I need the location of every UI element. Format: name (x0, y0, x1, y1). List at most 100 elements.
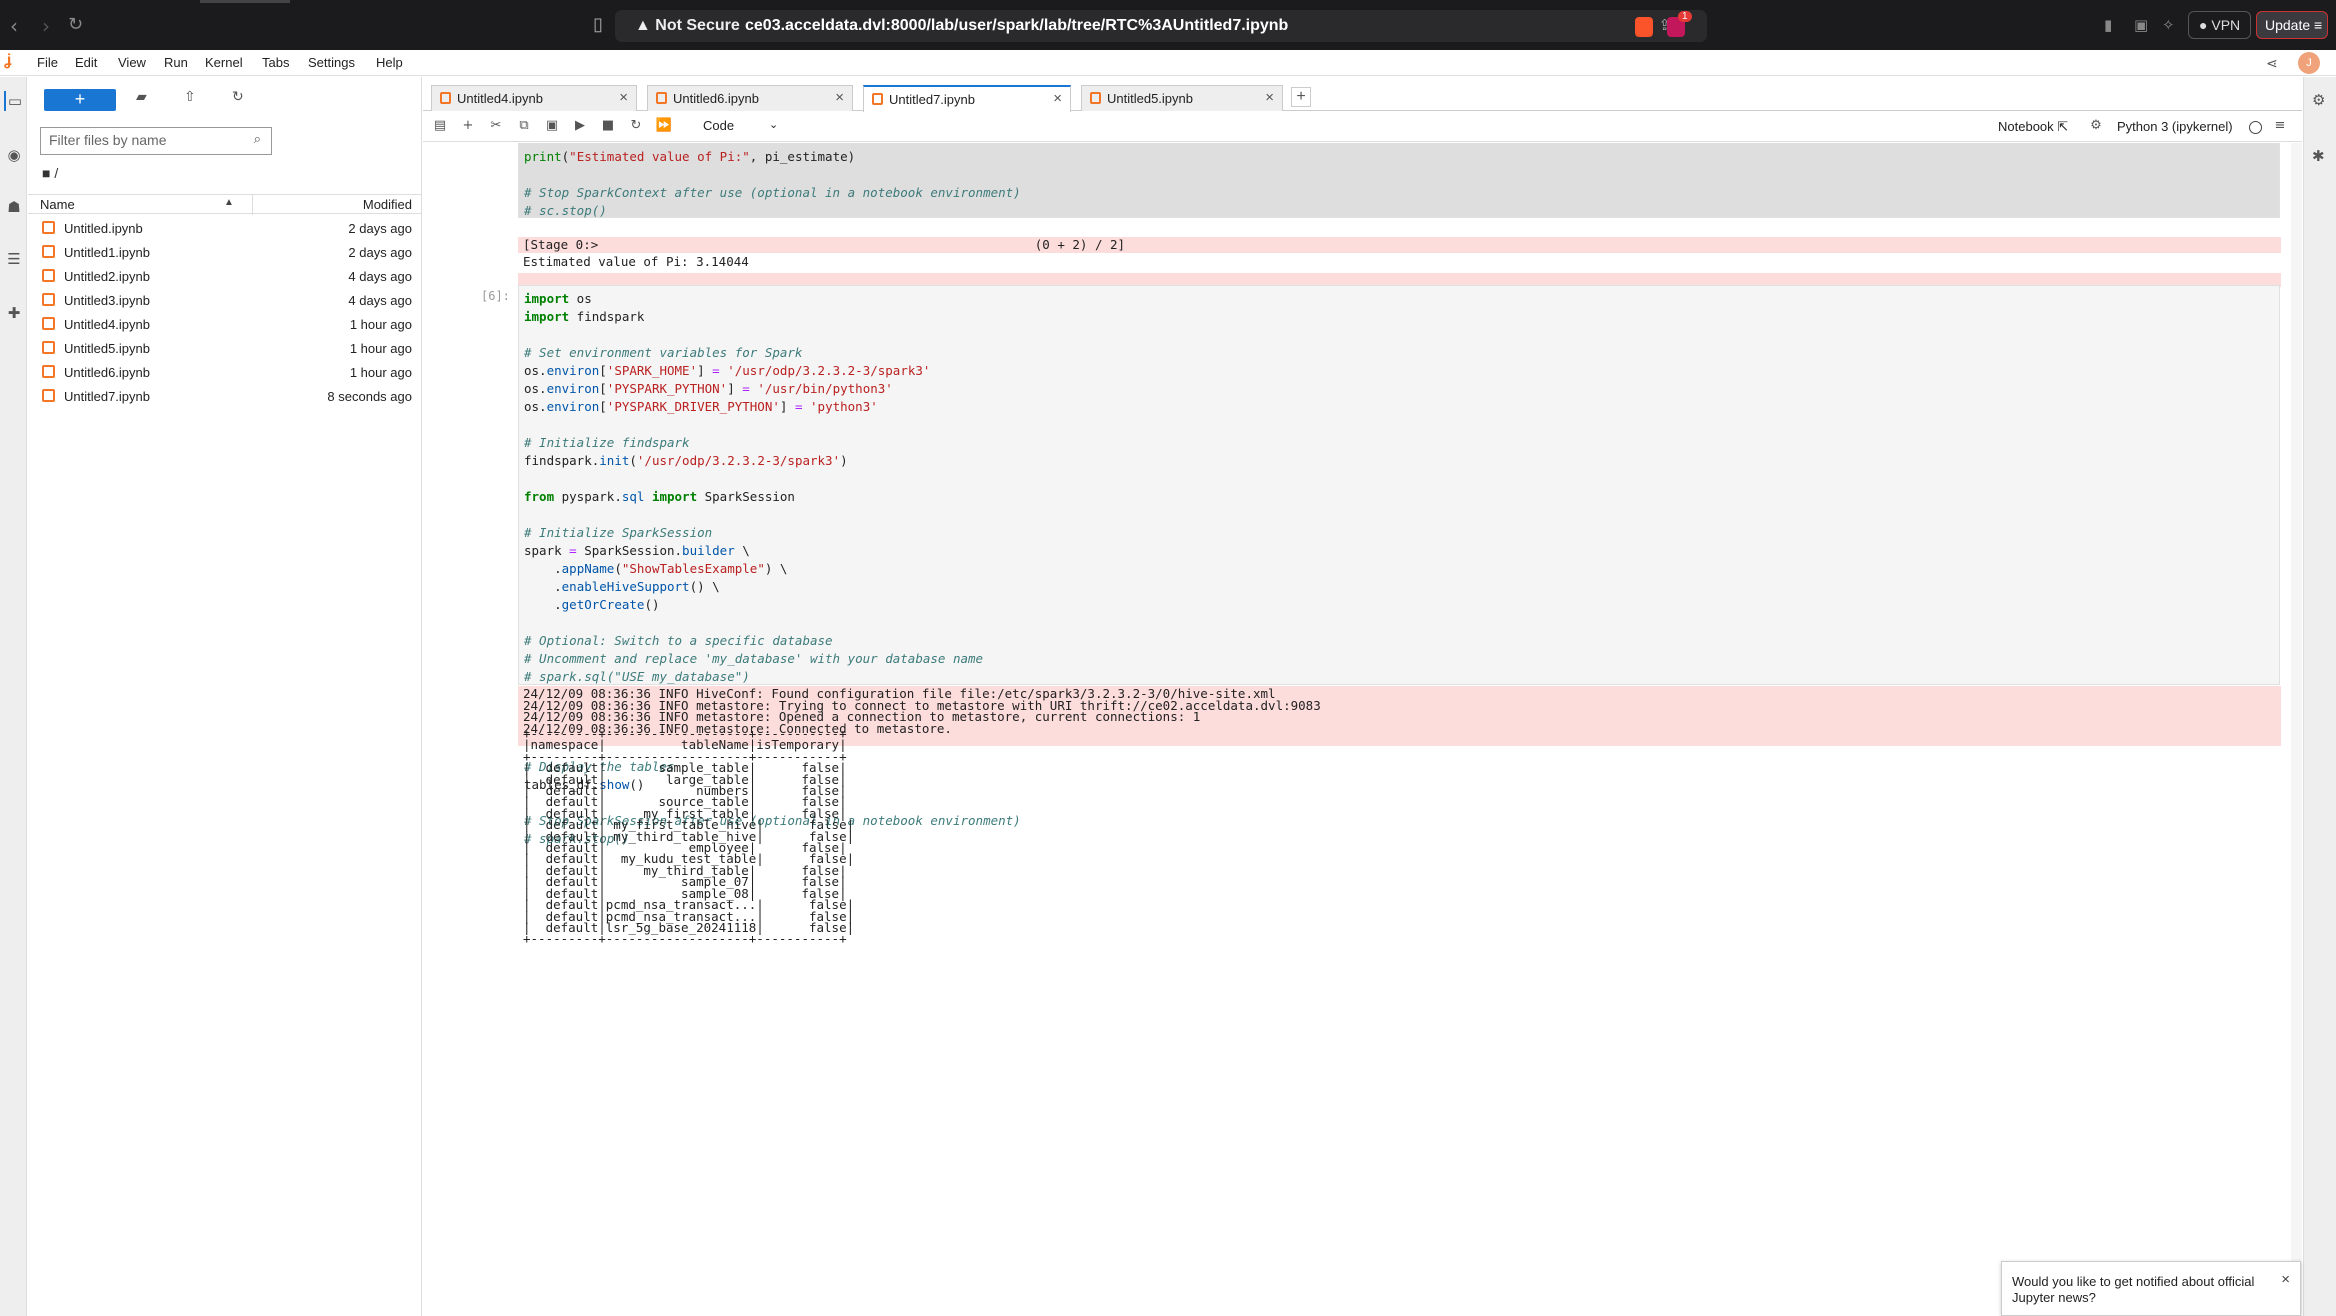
notebook-icon (42, 317, 55, 330)
folder-icon: ■ (42, 165, 51, 181)
file-row[interactable]: Untitled3.ipynb 4 days ago (28, 288, 422, 312)
leo-ai-icon[interactable]: ✧ (2162, 16, 2175, 34)
file-name[interactable]: Untitled.ipynb (64, 221, 143, 236)
breadcrumb[interactable]: ■ / (42, 165, 58, 181)
notebook-icon (42, 341, 55, 354)
table-of-contents-icon[interactable]: ☰ (4, 249, 24, 269)
menu-edit[interactable]: Edit (75, 55, 97, 70)
tab-untitled6[interactable]: Untitled6.ipynb × (647, 85, 853, 111)
update-label: Update (2265, 17, 2311, 33)
vpn-button[interactable]: ● VPN (2188, 11, 2252, 39)
share-icon[interactable]: ⋖ (2266, 55, 2278, 72)
breadcrumb-root[interactable]: / (54, 165, 58, 181)
collaborators-icon[interactable]: ☗ (4, 197, 24, 217)
wallet-icon[interactable]: ▣ (2134, 16, 2148, 34)
menu-run[interactable]: Run (164, 55, 188, 70)
code-cell-6[interactable]: import os import findspark # Set environm… (518, 285, 2280, 846)
notebook-scrollbar[interactable] (2291, 143, 2302, 1316)
menu-tabs[interactable]: Tabs (262, 55, 289, 70)
menu-file[interactable]: File (37, 55, 58, 70)
refresh-icon[interactable]: ↻ (232, 89, 244, 105)
update-button[interactable]: Update ≡ (2256, 11, 2328, 39)
tab-untitled7[interactable]: Untitled7.ipynb × (863, 85, 1071, 112)
bookmark-icon[interactable]: ▯ (593, 14, 603, 35)
tab-untitled4[interactable]: Untitled4.ipynb × (431, 85, 637, 111)
stop-icon[interactable]: ■ (599, 118, 617, 136)
menu-help[interactable]: Help (376, 55, 403, 70)
browser-toolbar: ‹ › ↻ ▯ ▲ Not Secure ce03.acceldata.dvl:… (0, 0, 2336, 50)
jupyter-logo: ʝ (4, 52, 12, 69)
run-icon[interactable]: ▶ (571, 118, 589, 136)
close-icon[interactable]: × (619, 89, 628, 106)
upload-icon[interactable]: ⇧ (184, 89, 196, 105)
copy-icon[interactable]: ⧉ (515, 118, 533, 136)
folder-icon[interactable]: ▭ (4, 91, 24, 111)
menu-view[interactable]: View (118, 55, 146, 70)
file-row[interactable]: Untitled4.ipynb 1 hour ago (28, 312, 422, 336)
new-folder-icon[interactable]: ▰ (136, 89, 147, 105)
code-line: # spark.sql("USE my_database") (524, 669, 750, 684)
back-icon[interactable]: ‹ (10, 14, 18, 38)
property-inspector-icon[interactable]: ⚙ (2312, 91, 2325, 109)
address-bar[interactable]: ▯ ▲ Not Secure ce03.acceldata.dvl:8000/l… (593, 10, 1707, 42)
column-header-modified[interactable]: Modified (363, 197, 412, 212)
url-text[interactable]: ce03.acceldata.dvl:8000/lab/user/spark/l… (745, 17, 1288, 35)
menu-icon[interactable]: ≡ (2271, 118, 2289, 136)
running-kernels-icon[interactable]: ◉ (4, 145, 24, 165)
tab-label: Untitled4.ipynb (457, 91, 543, 106)
new-launcher-button[interactable]: + (44, 89, 116, 111)
security-warning[interactable]: ▲ Not Secure (635, 17, 740, 35)
close-icon[interactable]: × (1265, 89, 1274, 106)
file-name[interactable]: Untitled5.ipynb (64, 341, 150, 356)
insert-cell-icon[interactable]: + (459, 118, 477, 136)
close-icon[interactable]: × (2281, 1272, 2290, 1288)
file-row[interactable]: Untitled.ipynb 2 days ago (28, 216, 422, 240)
file-row[interactable]: Untitled5.ipynb 1 hour ago (28, 336, 422, 360)
debugger-icon[interactable]: ✱ (2312, 147, 2325, 165)
open-in-notebook-button[interactable]: Notebook ⇱ (1998, 119, 2068, 135)
tab-untitled5[interactable]: Untitled5.ipynb × (1081, 85, 1283, 111)
document-tab-bar: Untitled4.ipynb × Untitled6.ipynb × Unti… (423, 81, 2302, 112)
extensions-icon[interactable]: ✚ (4, 303, 24, 323)
file-name[interactable]: Untitled4.ipynb (64, 317, 150, 332)
code-line: os.environ['PYSPARK_DRIVER_PYTHON'] = 'p… (524, 399, 878, 414)
kernel-name[interactable]: Python 3 (ipykernel) (2117, 119, 2233, 134)
save-icon[interactable]: ▤ (431, 118, 449, 136)
sort-ascending-icon[interactable]: ▲ (224, 197, 234, 208)
paste-icon[interactable]: ▣ (543, 118, 561, 136)
avatar[interactable]: J (2298, 52, 2320, 74)
add-tab-button[interactable]: + (1291, 87, 1311, 107)
notebook-panel[interactable]: print("Estimated value of Pi:", pi_estim… (423, 143, 2291, 1316)
reload-icon[interactable]: ↻ (68, 14, 83, 35)
brave-shield-icon[interactable] (1635, 17, 1653, 37)
notebook-icon (656, 92, 667, 104)
file-name[interactable]: Untitled7.ipynb (64, 389, 150, 404)
forward-icon[interactable]: › (42, 14, 50, 38)
file-row[interactable]: Untitled2.ipynb 4 days ago (28, 264, 422, 288)
column-header-name[interactable]: Name (40, 197, 75, 212)
column-divider (252, 195, 253, 215)
close-icon[interactable]: × (1053, 90, 1062, 107)
code-cell-previous[interactable]: print("Estimated value of Pi:", pi_estim… (518, 143, 2280, 218)
cell-type-select[interactable]: Code ⌄ (703, 118, 778, 133)
kernel-status-icon (2249, 121, 2262, 134)
file-row[interactable]: Untitled6.ipynb 1 hour ago (28, 360, 422, 384)
file-row[interactable]: Untitled7.ipynb 8 seconds ago (28, 384, 422, 408)
file-filter-input[interactable]: Filter files by name ⌕ (40, 127, 272, 155)
settings-gear-icon[interactable]: ⚙ (2087, 118, 2105, 136)
cut-icon[interactable]: ✂ (487, 118, 505, 136)
file-name[interactable]: Untitled3.ipynb (64, 293, 150, 308)
file-row[interactable]: Untitled1.ipynb 2 days ago (28, 240, 422, 264)
file-name[interactable]: Untitled6.ipynb (64, 365, 150, 380)
file-browser-panel: + ▰ ⇧ ↻ Filter files by name ⌕ ■ / Name … (28, 77, 422, 1316)
sidebar-toggle-icon[interactable]: ▮ (2104, 16, 2112, 34)
menu-settings[interactable]: Settings (308, 55, 355, 70)
cell-input-previous[interactable]: print("Estimated value of Pi:", pi_estim… (524, 148, 1021, 220)
restart-icon[interactable]: ↻ (627, 118, 645, 136)
menu-kernel[interactable]: Kernel (205, 55, 243, 70)
file-name[interactable]: Untitled1.ipynb (64, 245, 150, 260)
file-modified: 1 hour ago (349, 341, 412, 356)
restart-run-all-icon[interactable]: ⏩ (655, 118, 673, 136)
close-icon[interactable]: × (835, 89, 844, 106)
file-name[interactable]: Untitled2.ipynb (64, 269, 150, 284)
